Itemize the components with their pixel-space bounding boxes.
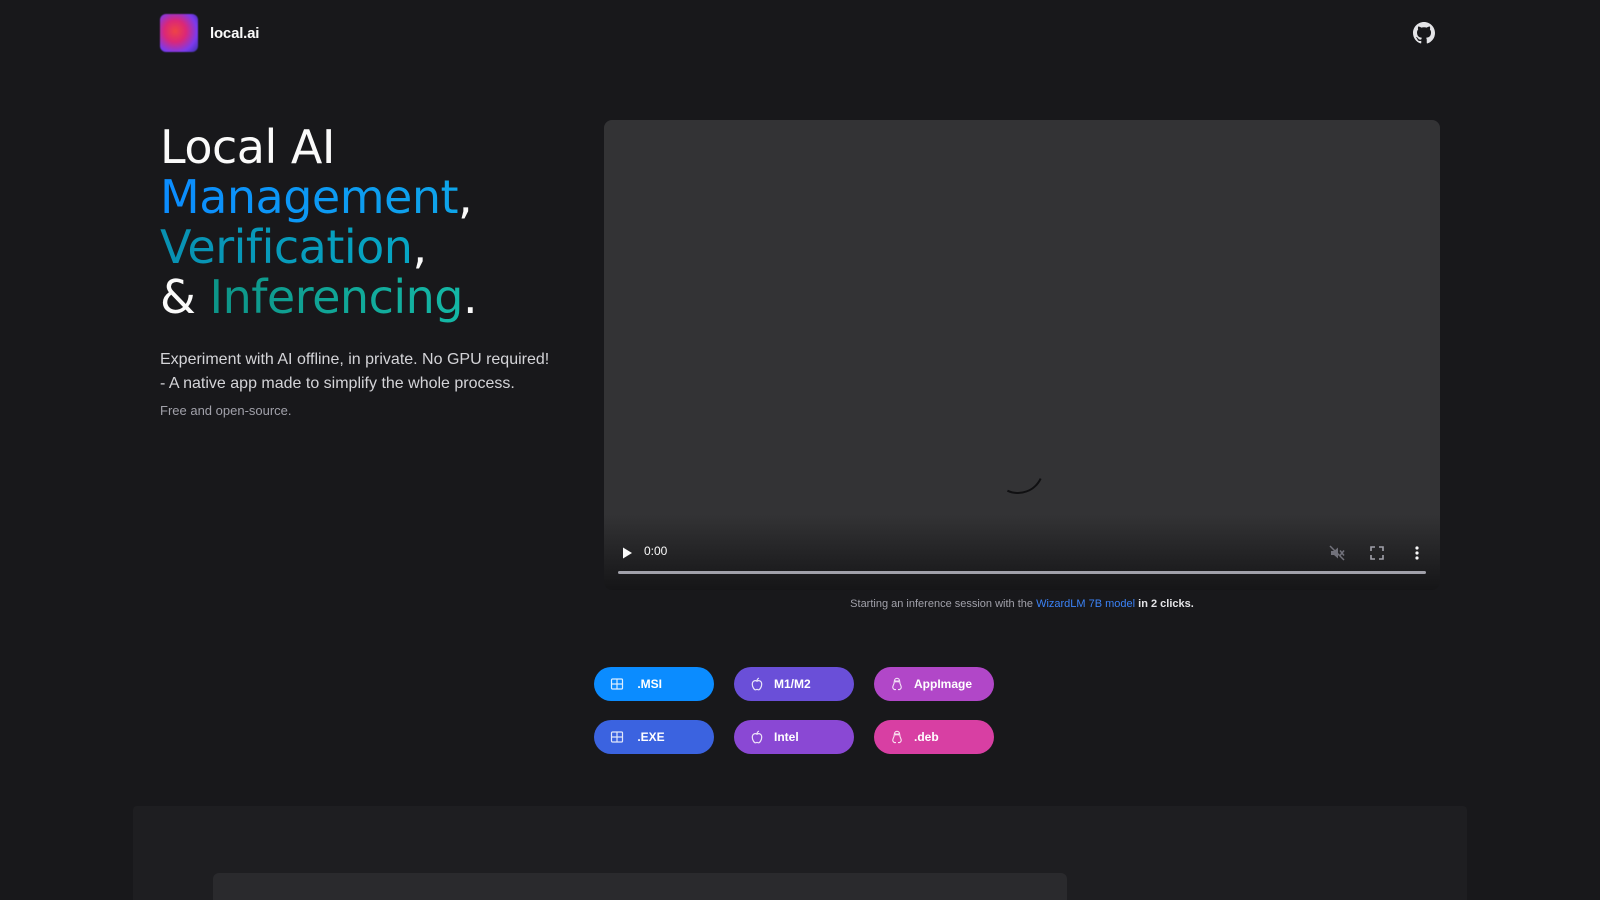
download-deb-button[interactable]: .deb bbox=[874, 720, 994, 754]
highlight-verification: Verification bbox=[160, 220, 413, 274]
linux-icon bbox=[892, 677, 902, 691]
github-icon[interactable] bbox=[1413, 22, 1435, 44]
apple-icon bbox=[751, 677, 763, 691]
video-time: 0:00 bbox=[644, 544, 668, 558]
download-intel-label: Intel bbox=[774, 730, 799, 744]
windows-icon bbox=[610, 731, 624, 743]
hero-line-1: Local AI bbox=[160, 120, 335, 174]
windows-icon bbox=[610, 678, 624, 690]
download-appimage-button[interactable]: AppImage bbox=[874, 667, 994, 701]
mute-icon[interactable] bbox=[1328, 544, 1346, 562]
caption-bold: in 2 clicks. bbox=[1135, 598, 1194, 610]
hero-line-4: & Inferencing. bbox=[160, 270, 478, 324]
hero-description-line-1: Experiment with AI offline, in private. … bbox=[160, 351, 550, 368]
video-caption: Starting an inference session with the W… bbox=[604, 598, 1440, 610]
hero-line-2-suffix: , bbox=[458, 170, 473, 224]
download-intel-button[interactable]: Intel bbox=[734, 720, 854, 754]
apple-icon bbox=[751, 730, 763, 744]
features-card bbox=[213, 873, 1067, 900]
download-deb-label: .deb bbox=[914, 730, 939, 744]
loading-spinner-icon bbox=[984, 434, 1052, 502]
download-m1-button[interactable]: M1/M2 bbox=[734, 667, 854, 701]
download-msi-button[interactable]: .MSI bbox=[594, 667, 714, 701]
hero-description-line-2: - A native app made to simplify the whol… bbox=[160, 375, 515, 392]
download-msi-label: .MSI bbox=[634, 677, 663, 691]
play-icon[interactable] bbox=[620, 546, 634, 560]
features-section bbox=[133, 806, 1467, 900]
download-exe-button[interactable]: .EXE bbox=[594, 720, 714, 754]
fullscreen-icon[interactable] bbox=[1368, 544, 1386, 562]
logo-text: local.ai bbox=[210, 24, 260, 42]
logo-link[interactable]: local.ai bbox=[160, 14, 259, 52]
linux-icon bbox=[892, 730, 902, 744]
more-options-icon[interactable] bbox=[1408, 544, 1426, 562]
download-exe-label: .EXE bbox=[634, 730, 665, 744]
caption-prefix: Starting an inference session with the bbox=[850, 598, 1037, 610]
hero-description: Experiment with AI offline, in private. … bbox=[160, 348, 580, 396]
hero-line-3: Verification, bbox=[160, 222, 477, 272]
download-appimage-label: AppImage bbox=[914, 677, 973, 691]
demo-video[interactable]: 0:00 bbox=[604, 120, 1440, 590]
wizardlm-model-link[interactable]: WizardLM 7B model bbox=[1036, 598, 1135, 610]
video-controls: 0:00 bbox=[604, 530, 1440, 590]
hero-line-3-suffix: , bbox=[412, 220, 427, 274]
hero-line-4-prefix: & bbox=[160, 270, 210, 324]
page: local.ai Local AI Management, Verificati… bbox=[0, 0, 1600, 900]
hero-line-2: Management, bbox=[160, 172, 477, 222]
hero-line-4-suffix: . bbox=[463, 270, 478, 324]
hero-note: Free and open-source. bbox=[160, 403, 292, 418]
highlight-management: Management bbox=[160, 170, 459, 224]
video-progress-bar[interactable] bbox=[618, 571, 1426, 574]
download-m1-label: M1/M2 bbox=[774, 677, 811, 691]
highlight-inferencing: Inferencing bbox=[209, 270, 464, 324]
logo-image bbox=[160, 14, 198, 52]
hero-title: Local AI Management, Verification, & Inf… bbox=[160, 120, 478, 324]
